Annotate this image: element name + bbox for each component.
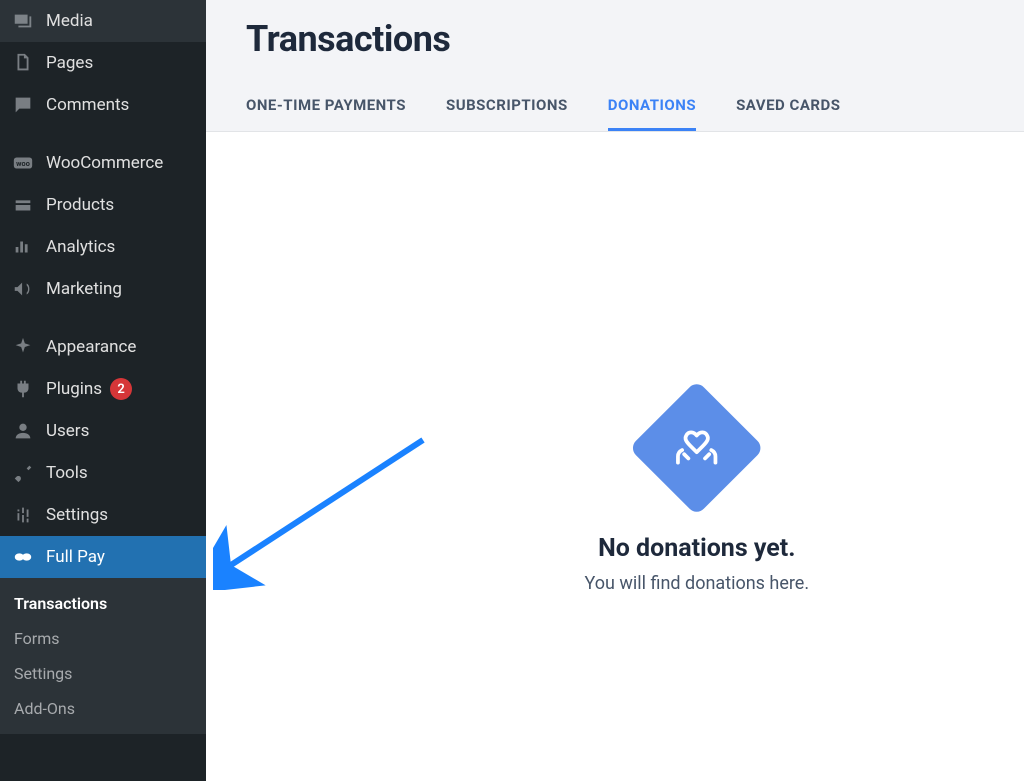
tab-content: No donations yet. You will find donation… [206, 132, 1024, 783]
sidebar-item-label: Analytics [46, 237, 115, 257]
main-content: Transactions ONE-TIME PAYMENTS SUBSCRIPT… [206, 0, 1024, 781]
sidebar-item-tools[interactable]: Tools [0, 452, 206, 494]
settings-icon [12, 504, 34, 526]
sidebar-item-label: Pages [46, 53, 93, 73]
tab-subscriptions[interactable]: SUBSCRIPTIONS [446, 84, 568, 131]
donation-icon [629, 380, 765, 516]
submenu-transactions[interactable]: Transactions [0, 586, 206, 621]
sidebar-item-label: Tools [46, 463, 88, 483]
sidebar-item-users[interactable]: Users [0, 410, 206, 452]
sidebar-item-label: Media [46, 11, 93, 31]
sidebar-item-label: Settings [46, 505, 108, 525]
tab-saved-cards[interactable]: SAVED CARDS [736, 84, 840, 131]
empty-title: No donations yet. [584, 534, 809, 563]
sidebar-item-label: WooCommerce [46, 153, 163, 173]
page-title: Transactions [246, 18, 984, 60]
pages-icon [12, 52, 34, 74]
empty-state: No donations yet. You will find donation… [584, 400, 809, 594]
sidebar-item-comments[interactable]: Comments [0, 84, 206, 126]
sidebar-item-label: Comments [46, 95, 129, 115]
tab-one-time[interactable]: ONE-TIME PAYMENTS [246, 84, 406, 131]
admin-sidebar: Media Pages Comments woo WooCommerce Pro… [0, 0, 206, 781]
fullpay-icon [12, 546, 34, 568]
page-header: Transactions ONE-TIME PAYMENTS SUBSCRIPT… [206, 0, 1024, 132]
transaction-tabs: ONE-TIME PAYMENTS SUBSCRIPTIONS DONATION… [246, 84, 984, 131]
sidebar-item-appearance[interactable]: Appearance [0, 326, 206, 368]
sidebar-item-products[interactable]: Products [0, 184, 206, 226]
tab-donations[interactable]: DONATIONS [608, 84, 696, 131]
users-icon [12, 420, 34, 442]
update-badge: 2 [110, 378, 132, 400]
sidebar-item-label: Products [46, 195, 114, 215]
appearance-icon [12, 336, 34, 358]
sidebar-item-settings[interactable]: Settings [0, 494, 206, 536]
sidebar-item-label: Full Pay [46, 547, 105, 567]
comments-icon [12, 94, 34, 116]
submenu-addons[interactable]: Add-Ons [0, 691, 206, 726]
tools-icon [12, 462, 34, 484]
submenu-settings[interactable]: Settings [0, 656, 206, 691]
plugins-icon [12, 378, 34, 400]
sidebar-item-label: Plugins [46, 379, 102, 399]
svg-text:woo: woo [16, 159, 30, 168]
sidebar-item-media[interactable]: Media [0, 0, 206, 42]
sidebar-spacer [0, 126, 206, 142]
marketing-icon [12, 278, 34, 300]
fullpay-submenu: Transactions Forms Settings Add-Ons [0, 578, 206, 734]
sidebar-item-label: Users [46, 421, 89, 441]
sidebar-item-plugins[interactable]: Plugins 2 [0, 368, 206, 410]
sidebar-item-fullpay[interactable]: Full Pay [0, 536, 206, 578]
submenu-forms[interactable]: Forms [0, 621, 206, 656]
sidebar-item-analytics[interactable]: Analytics [0, 226, 206, 268]
analytics-icon [12, 236, 34, 258]
sidebar-item-label: Marketing [46, 279, 122, 299]
empty-subtitle: You will find donations here. [584, 573, 809, 594]
products-icon [12, 194, 34, 216]
sidebar-item-label: Appearance [46, 337, 136, 357]
sidebar-item-marketing[interactable]: Marketing [0, 268, 206, 310]
sidebar-spacer [0, 310, 206, 326]
media-icon [12, 10, 34, 32]
woocommerce-icon: woo [12, 152, 34, 174]
sidebar-item-pages[interactable]: Pages [0, 42, 206, 84]
sidebar-item-woocommerce[interactable]: woo WooCommerce [0, 142, 206, 184]
